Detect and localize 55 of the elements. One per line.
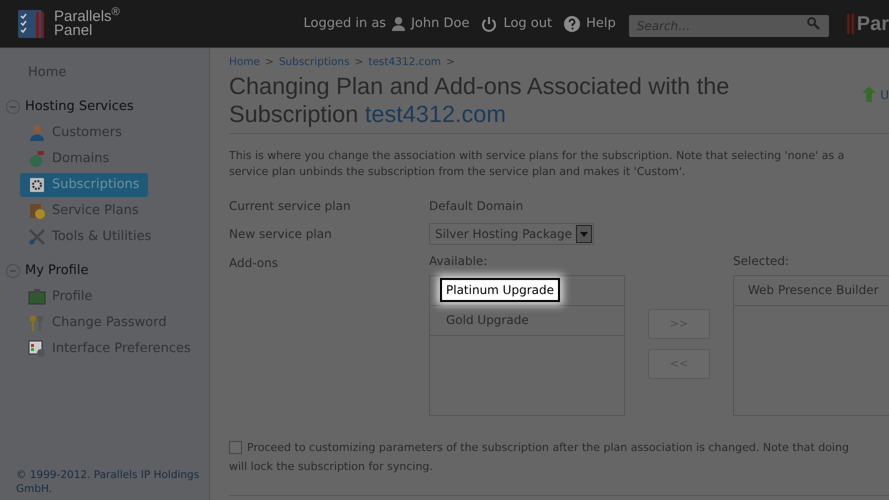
field-label: Current service plan: [229, 198, 352, 215]
sidebar-item-icon: [28, 288, 46, 306]
sidebar-item-icon: [28, 124, 46, 142]
user-icon: [391, 16, 406, 31]
upgrade-link[interactable]: U: [880, 86, 889, 104]
search-icon: [806, 16, 820, 30]
list-label: Available:: [429, 252, 488, 270]
breadcrumb-link[interactable]: Subscriptions: [278, 55, 350, 71]
sidebar-item-icon: [28, 202, 46, 220]
breadcrumb-separator: >: [265, 55, 274, 70]
list-option[interactable]: Platinum Upgrade: [440, 278, 560, 302]
breadcrumb-separator: >: [446, 55, 455, 70]
remove-button[interactable]: <<: [648, 348, 710, 379]
list-label: Selected:: [733, 252, 790, 270]
brand-subtitle: Panel: [54, 24, 94, 38]
sidebar-item[interactable]: Subscriptions: [20, 173, 148, 197]
breadcrumb-link[interactable]: test4312.com: [368, 55, 442, 71]
brand-name: Parallels$^{®}$: [54, 10, 120, 24]
field-label: New service plan: [229, 226, 333, 243]
field-value: Default Domain: [429, 198, 524, 215]
sidebar-item-icon: [28, 176, 46, 194]
add-button[interactable]: >>: [648, 308, 710, 339]
brand-bars-icon: [846, 14, 855, 34]
sidebar-group-title: Hosting Services: [25, 98, 134, 116]
user-link[interactable]: John Doe: [411, 14, 470, 34]
selected-list[interactable]: Web Presence Builder: [733, 274, 889, 416]
collapse-icon[interactable]: [6, 264, 20, 278]
logout-link[interactable]: Log out: [503, 14, 552, 34]
plan-dropdown[interactable]: Silver Hosting Package: [429, 222, 594, 245]
breadcrumb-link[interactable]: Home: [229, 55, 260, 71]
logged-in-label: Logged in as: [304, 14, 386, 33]
description-text: This is where you change the association with service plans for the subscription. Note that selecting 'none' as a service plan unbinds the subscription from the service plan and makes it 'Custom'.: [229, 148, 846, 180]
sidebar-item-icon: [28, 150, 46, 168]
list-option[interactable]: Gold Upgrade: [440, 311, 535, 330]
help-icon: [564, 16, 580, 32]
sidebar-item-icon: [28, 228, 46, 246]
copyright-text: © 1999-2012. Parallels IP Holdings GmbH.: [16, 468, 200, 496]
domain-link[interactable]: test4312.com: [364, 100, 506, 127]
page-title: Changing Plan and Add-ons Associated with the Subscription test4312.com: [229, 72, 730, 128]
checkbox-label: Proceed to customizing parameters of the subscription after the plan association is changed. Note that doing: [247, 440, 849, 456]
up-arrow-icon: [862, 86, 876, 102]
breadcrumb-separator: >: [354, 55, 364, 70]
field-label: Add-ons: [229, 254, 279, 272]
list-option[interactable]: Web Presence Builder: [742, 281, 885, 300]
help-link[interactable]: Help: [586, 14, 616, 34]
brand-logo-text: Par: [856, 12, 889, 36]
sidebar-item-icon: [28, 340, 46, 358]
checkbox[interactable]: [229, 440, 242, 454]
checkbox-label: will lock the subscription for syncing.: [229, 458, 433, 475]
sidebar-group-title: My Profile: [25, 262, 88, 280]
available-list[interactable]: Platinum Upgrade Gold Upgrade: [429, 274, 625, 416]
dropdown-caret-icon: [576, 224, 592, 243]
collapse-icon[interactable]: [6, 100, 20, 114]
sidebar-item-icon: [28, 314, 46, 332]
power-icon: [481, 16, 498, 32]
